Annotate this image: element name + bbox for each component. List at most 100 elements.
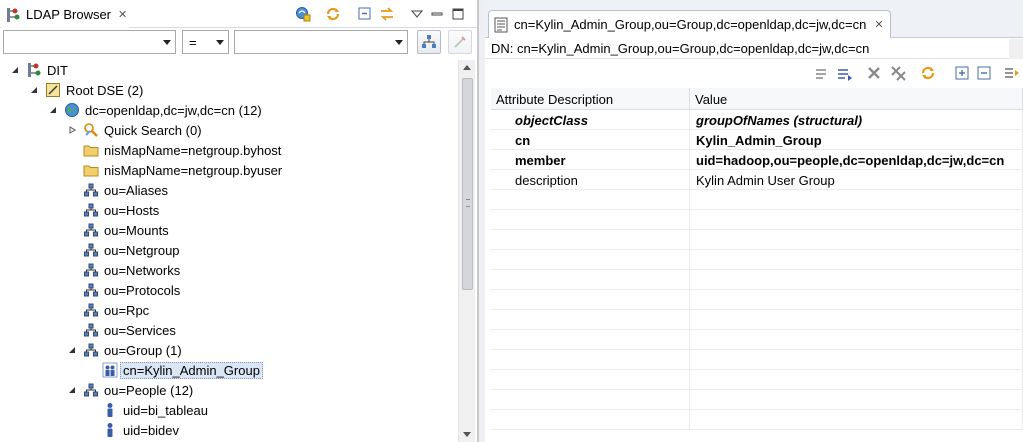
value-cell[interactable]: uid=hadoop,ou=people,dc=openldap,dc=jw,d…	[690, 150, 1023, 170]
refresh-icon[interactable]	[919, 64, 937, 82]
person-icon	[102, 402, 118, 418]
tree-item-label: cn=Kylin_Admin_Group	[120, 361, 263, 379]
table-row[interactable]: cn Kylin_Admin_Group	[491, 130, 1023, 150]
tree-item[interactable]: uid=bidev	[86, 420, 179, 440]
tree-item[interactable]: nisMapName=netgroup.byuser	[67, 160, 282, 180]
collapsed-triangle-icon[interactable]	[67, 125, 77, 135]
pane-splitter[interactable]	[478, 0, 485, 442]
tree-item[interactable]: Root DSE (2)	[29, 80, 143, 100]
scroll-up-icon[interactable]	[463, 65, 471, 70]
link-with-editor-icon[interactable]	[294, 5, 312, 23]
tab-ldap-browser[interactable]: LDAP Browser ✕	[1, 1, 129, 28]
tree-item[interactable]: ou=Networks	[67, 260, 180, 280]
tree-item[interactable]: nisMapName=netgroup.byhost	[67, 140, 281, 160]
table-row[interactable]: objectClass groupOfNames (structural)	[491, 110, 1023, 130]
org-unit-icon	[83, 202, 99, 218]
clear-quick-search-button[interactable]	[448, 30, 472, 54]
table-row	[491, 390, 1023, 410]
scroll-down-icon[interactable]	[463, 432, 471, 437]
operator-combo[interactable]: =	[182, 30, 229, 54]
attribute-cell[interactable]: cn	[491, 130, 690, 150]
attribute-combo[interactable]	[3, 30, 176, 54]
view-menu-icon[interactable]	[408, 5, 426, 23]
tree-item[interactable]: ou=Rpc	[67, 300, 149, 320]
expanded-triangle-icon[interactable]	[67, 345, 77, 355]
column-attribute-description[interactable]: Attribute Description	[491, 88, 690, 110]
attribute-cell	[491, 210, 690, 230]
value-cell[interactable]: Kylin_Admin_Group	[690, 130, 1023, 150]
entry-editor-icon	[494, 17, 508, 33]
close-icon[interactable]: ✕	[874, 18, 883, 31]
editor-scrollbar-stub[interactable]	[1009, 39, 1023, 59]
expand-all-icon[interactable]	[953, 64, 971, 82]
tree-item-label: ou=Rpc	[104, 302, 150, 318]
org-unit-icon	[83, 182, 99, 198]
scrollbar-thumb[interactable]	[462, 78, 473, 290]
tree-item[interactable]: ou=Hosts	[67, 200, 159, 220]
collapse-all-icon[interactable]	[975, 64, 993, 82]
tree-item-label: ou=Networks	[104, 262, 181, 278]
attribute-cell	[491, 370, 690, 390]
tab-entry-editor[interactable]: cn=Kylin_Admin_Group,ou=Group,dc=openlda…	[488, 10, 891, 38]
attribute-cell[interactable]: member	[491, 150, 690, 170]
value-cell[interactable]: groupOfNames (structural)	[690, 110, 1023, 130]
delete-all-values-icon[interactable]	[889, 64, 907, 82]
editor-menu-icon[interactable]	[1003, 64, 1021, 82]
operator-combo-value: =	[189, 34, 197, 50]
sync-icon[interactable]	[378, 5, 396, 23]
run-quick-search-button[interactable]	[417, 30, 441, 54]
attribute-cell	[491, 290, 690, 310]
tree-item-label: ou=Services	[104, 322, 176, 338]
table-row	[491, 370, 1023, 390]
tree-search-icon	[422, 35, 436, 48]
attribute-cell	[491, 330, 690, 350]
tree-item-label: Root DSE (2)	[66, 82, 144, 98]
value-cell	[690, 390, 1023, 410]
tree-item[interactable]: ou=Protocols	[67, 280, 180, 300]
tree-item[interactable]: dc=openldap,dc=jw,dc=cn (12)	[48, 100, 262, 120]
ldap-browser-view: LDAP Browser ✕ = DIT Root DSE (2) dc=ope…	[0, 0, 478, 442]
table-row	[491, 210, 1023, 230]
table-row[interactable]: description Kylin Admin User Group	[491, 170, 1023, 190]
collapse-all-icon[interactable]	[356, 5, 374, 23]
value-cell	[690, 210, 1023, 230]
tree-item[interactable]: cn=Kylin_Admin_Group	[86, 360, 263, 380]
tree-item[interactable]: ou=Services	[67, 320, 176, 340]
tree-item[interactable]: ou=Aliases	[67, 180, 168, 200]
refresh-icon[interactable]	[324, 5, 342, 23]
column-value[interactable]: Value	[690, 88, 1023, 110]
tree-item[interactable]: ou=Group (1)	[67, 340, 182, 360]
tree-item[interactable]: ou=Mounts	[67, 220, 169, 240]
expanded-triangle-icon[interactable]	[48, 105, 58, 115]
tree-item[interactable]: ou=Netgroup	[67, 240, 180, 260]
tree-item[interactable]: uid=bi_tableau	[86, 400, 208, 420]
tree-item-label: nisMapName=netgroup.byuser	[104, 162, 283, 178]
attribute-cell[interactable]: objectClass	[491, 110, 690, 130]
value-cell[interactable]: Kylin Admin User Group	[690, 170, 1023, 190]
tree-item-label: ou=People (12)	[104, 382, 194, 398]
delete-value-icon[interactable]	[865, 64, 883, 82]
tree-item[interactable]: Quick Search (0)	[67, 120, 202, 140]
dit-icon	[26, 62, 42, 78]
close-icon[interactable]: ✕	[118, 8, 127, 21]
expanded-triangle-icon[interactable]	[67, 385, 77, 395]
quick-search-icon	[83, 122, 99, 138]
tree-scrollbar[interactable]	[458, 60, 475, 442]
table-row[interactable]: member uid=hadoop,ou=people,dc=openldap,d…	[491, 150, 1023, 170]
value-combo[interactable]	[234, 30, 408, 54]
minimize-icon[interactable]	[428, 5, 446, 23]
new-value-icon[interactable]	[813, 64, 831, 82]
expanded-triangle-icon[interactable]	[29, 85, 39, 95]
maximize-icon[interactable]	[449, 5, 467, 23]
attribute-cell[interactable]: description	[491, 170, 690, 190]
expanded-triangle-icon[interactable]	[10, 65, 20, 75]
tree-item[interactable]: DIT	[10, 60, 68, 80]
tree-item[interactable]: ou=People (12)	[67, 380, 193, 400]
entry-editor: cn=Kylin_Admin_Group,ou=Group,dc=openlda…	[485, 0, 1023, 442]
new-attribute-icon[interactable]	[835, 64, 853, 82]
tree-item-label: uid=bidev	[123, 422, 180, 438]
